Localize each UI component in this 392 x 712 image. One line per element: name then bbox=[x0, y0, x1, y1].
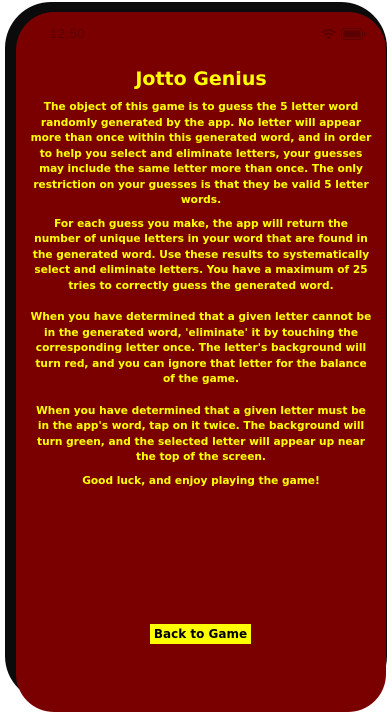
help-screen: 12:50 Jotto Genius The object of this ga… bbox=[16, 12, 386, 712]
instruction-paragraph-eliminate: When you have determined that a given le… bbox=[30, 311, 372, 385]
instructions-text: The object of this game is to guess the … bbox=[30, 100, 372, 497]
instruction-paragraph-feedback: For each guess you make, the app will re… bbox=[32, 217, 370, 292]
page-title: Jotto Genius bbox=[135, 68, 267, 90]
status-time: 12:50 bbox=[50, 26, 86, 41]
instruction-paragraph-select: When you have determined that a given le… bbox=[36, 404, 366, 464]
device: 12:50 Jotto Genius The object of this ga… bbox=[0, 0, 392, 712]
device-frame: 12:50 Jotto Genius The object of this ga… bbox=[5, 2, 387, 712]
battery-icon bbox=[341, 28, 366, 40]
status-icons bbox=[321, 28, 366, 40]
wifi-icon bbox=[321, 28, 336, 40]
back-to-game-button[interactable]: Back to Game bbox=[150, 624, 251, 644]
instruction-paragraph-good-luck: Good luck, and enjoy playing the game! bbox=[82, 474, 320, 487]
instruction-paragraph-objective: The object of this game is to guess the … bbox=[30, 101, 372, 206]
